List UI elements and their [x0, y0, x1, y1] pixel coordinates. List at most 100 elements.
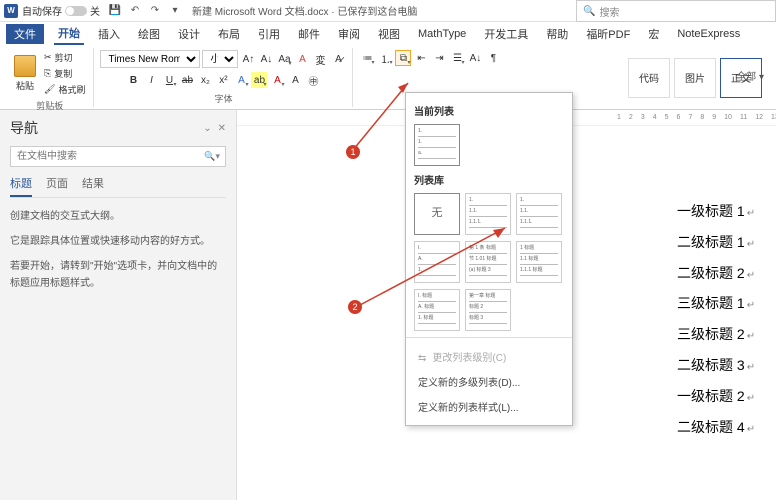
list-preview-7[interactable]: I. 标题A. 标题1. 标题 — [414, 289, 460, 331]
define-new-list-style[interactable]: 定义新的列表样式(L)... — [414, 394, 564, 419]
subscript-button[interactable]: x₂ — [197, 72, 213, 88]
sort-button[interactable]: A↓ — [467, 50, 483, 66]
tab-view[interactable]: 视图 — [374, 24, 404, 44]
chevron-down-icon[interactable]: ⌄ — [203, 123, 211, 134]
redo-icon[interactable]: ↷ — [148, 4, 162, 18]
styles-all-dropdown[interactable]: 全部 ▾ — [736, 68, 764, 83]
tab-foxit[interactable]: 福昕PDF — [582, 24, 634, 44]
tab-insert[interactable]: 插入 — [94, 24, 124, 44]
save-icon[interactable]: 💾 — [108, 4, 122, 18]
highlight-button[interactable]: ab — [251, 72, 267, 88]
list-preview-4[interactable]: I.A.1. — [414, 241, 460, 283]
font-name-select[interactable]: Times New Roman — [100, 50, 200, 68]
change-case-button[interactable]: Aa — [276, 51, 292, 67]
asian-layout-button[interactable]: ☰ — [449, 50, 465, 66]
doc-line[interactable]: 二级标题 2↵ — [677, 258, 776, 289]
nav-search-input[interactable] — [10, 146, 226, 167]
doc-line[interactable]: 三级标题 1↵ — [677, 288, 776, 319]
nav-tab-headings[interactable]: 标题 — [10, 175, 32, 197]
underline-button[interactable]: U — [161, 72, 177, 88]
tab-layout[interactable]: 布局 — [214, 24, 244, 44]
tab-developer[interactable]: 开发工具 — [480, 24, 532, 44]
list-preview-5[interactable]: 第 1 条 标题节 1.01 标题(a) 标题 3 — [465, 241, 511, 283]
tab-mathtype[interactable]: MathType — [414, 26, 470, 42]
superscript-button[interactable]: x² — [215, 72, 231, 88]
doc-line[interactable]: 一级标题 1↵ — [677, 196, 776, 227]
style-pic[interactable]: 图片 — [674, 58, 716, 98]
doc-line[interactable]: 二级标题 1↵ — [677, 227, 776, 258]
tab-draw[interactable]: 绘图 — [134, 24, 164, 44]
list-preview-8[interactable]: 第一章 标题标题 2标题 3 — [465, 289, 511, 331]
undo-icon[interactable]: ↶ — [128, 4, 142, 18]
tab-home[interactable]: 开始 — [54, 23, 84, 45]
tab-help[interactable]: 帮助 — [542, 24, 572, 44]
text-effects-button[interactable]: A — [233, 72, 249, 88]
clear-format-button[interactable]: A̷ — [330, 51, 346, 67]
char-border-button[interactable]: 変 — [312, 51, 328, 67]
phonetic-guide-button[interactable]: A — [294, 51, 310, 67]
ribbon-tabs: 文件 开始 插入 绘图 设计 布局 引用 邮件 审阅 视图 MathType 开… — [0, 22, 776, 46]
brush-icon: 🖌 — [44, 84, 55, 95]
tab-macro[interactable]: 宏 — [644, 24, 663, 44]
grow-font-button[interactable]: A↑ — [240, 51, 256, 67]
copy-button[interactable]: ⎘复制 — [42, 66, 87, 81]
enclose-char-button[interactable]: ㊥ — [305, 72, 321, 88]
word-app-icon: W — [4, 4, 18, 18]
doc-line[interactable]: 二级标题 3↵ — [677, 350, 776, 381]
style-code[interactable]: 代码 — [628, 58, 670, 98]
search-dropdown-icon[interactable]: 🔍▾ — [204, 151, 220, 162]
shrink-font-button[interactable]: A↓ — [258, 51, 274, 67]
tab-file[interactable]: 文件 — [6, 24, 44, 44]
current-list-preview[interactable]: 1.1.a. — [414, 124, 460, 166]
doc-line[interactable]: 三级标题 2↵ — [677, 319, 776, 350]
cut-label: 剪切 — [55, 51, 73, 64]
autosave-label: 自动保存 — [22, 3, 62, 18]
char-shading-button[interactable]: A — [287, 72, 303, 88]
autosave-toggle[interactable]: 自动保存 关 — [22, 3, 100, 18]
list-preview-2[interactable]: 1.1.1.1.1.1. — [465, 193, 511, 235]
tab-noteexpress[interactable]: NoteExpress — [673, 26, 744, 42]
italic-button[interactable]: I — [143, 72, 159, 88]
bullets-button[interactable]: ≔ — [359, 50, 375, 66]
list-none[interactable]: 无 — [414, 193, 460, 235]
cut-button[interactable]: ✂剪切 — [42, 50, 87, 65]
qat-dropdown-icon[interactable]: ▾ — [168, 4, 182, 18]
show-marks-button[interactable]: ¶ — [485, 50, 501, 66]
nav-tab-results[interactable]: 结果 — [82, 175, 104, 197]
tab-references[interactable]: 引用 — [254, 24, 284, 44]
nav-help-text: 创建文档的交互式大纲。 它是跟踪具体位置或快速移动内容的好方式。 若要开始，请转… — [10, 208, 226, 292]
copy-icon: ⎘ — [44, 68, 51, 79]
font-color-button[interactable]: A — [269, 72, 285, 88]
define-new-multilevel[interactable]: 定义新的多级列表(D)... — [414, 369, 564, 394]
paste-button[interactable]: 粘贴 — [12, 53, 38, 94]
annotation-badge-2: 2 — [348, 300, 362, 314]
tab-review[interactable]: 审阅 — [334, 24, 364, 44]
numbering-button[interactable]: ⒈ — [377, 50, 393, 66]
nav-tab-pages[interactable]: 页面 — [46, 175, 68, 197]
doc-line[interactable]: 二级标题 4↵ — [677, 412, 776, 443]
ribbon: 粘贴 ✂剪切 ⎘复制 🖌格式刷 剪贴板 Times New Roman 小四 A… — [0, 46, 776, 110]
bold-button[interactable]: B — [125, 72, 141, 88]
format-painter-button[interactable]: 🖌格式刷 — [42, 82, 87, 97]
search-placeholder: 搜索 — [599, 4, 619, 19]
search-box[interactable]: 🔍 搜索 — [576, 0, 776, 22]
increase-indent-button[interactable]: ⇥ — [431, 50, 447, 66]
decrease-indent-button[interactable]: ⇤ — [413, 50, 429, 66]
list-preview-6[interactable]: 1 标题1.1 标题1.1.1 标题 — [516, 241, 562, 283]
doc-line[interactable]: 一级标题 2↵ — [677, 381, 776, 412]
paste-icon — [14, 55, 36, 77]
paste-label: 粘贴 — [16, 79, 34, 92]
strike-button[interactable]: ab — [179, 72, 195, 88]
tab-mailings[interactable]: 邮件 — [294, 24, 324, 44]
multilevel-list-dropdown: 当前列表 1.1.a. 列表库 无 1.1.1.1.1.1. 1.1.1.1.1… — [405, 92, 573, 426]
font-size-select[interactable]: 小四 — [202, 50, 238, 68]
multilevel-list-button[interactable]: ⧉ — [395, 50, 411, 66]
document-title: 新建 Microsoft Word 文档.docx · 已保存到这台电脑 — [192, 3, 417, 18]
search-icon: 🔍 — [583, 6, 595, 17]
tab-design[interactable]: 设计 — [174, 24, 204, 44]
close-icon[interactable]: ✕ — [218, 123, 226, 134]
font-group-label: 字体 — [100, 92, 346, 105]
scissors-icon: ✂ — [44, 52, 52, 63]
quick-access-toolbar: 💾 ↶ ↷ ▾ — [108, 4, 182, 18]
list-preview-3[interactable]: 1.1.1.1.1.1. — [516, 193, 562, 235]
